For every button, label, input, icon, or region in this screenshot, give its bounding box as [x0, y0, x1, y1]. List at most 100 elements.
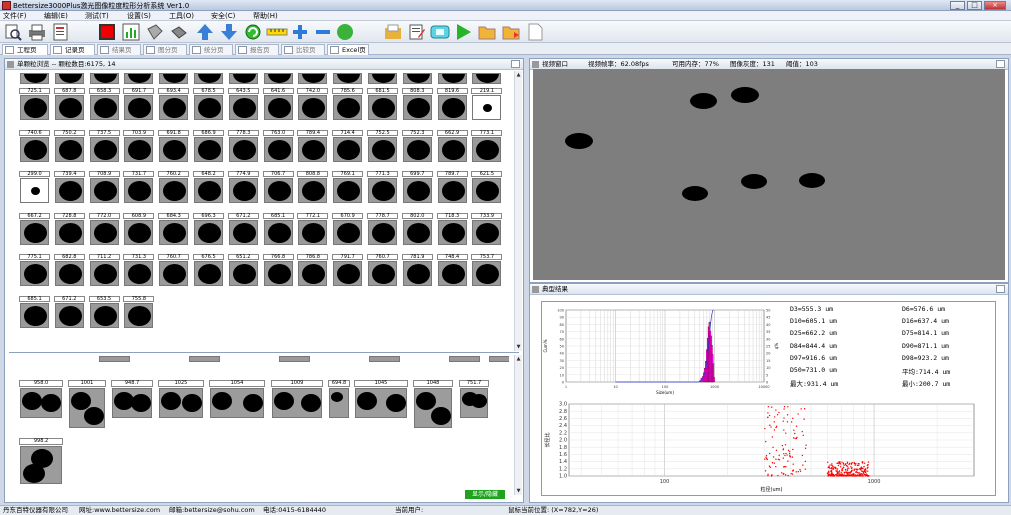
tab-project[interactable]: 工程页: [2, 44, 48, 55]
tab-image-analysis[interactable]: 图分页: [143, 44, 187, 55]
particle-cell[interactable]: 691.7: [123, 88, 155, 121]
printer-icon[interactable]: [28, 23, 46, 41]
particle-cell[interactable]: 771.3: [367, 171, 398, 204]
particle-cell[interactable]: 808.8: [297, 171, 329, 204]
particle-cell[interactable]: 789.7: [436, 171, 468, 204]
arrow-up-icon[interactable]: [196, 23, 214, 41]
particle-cell[interactable]: 691.8: [158, 129, 190, 163]
tab-report[interactable]: 报告页: [235, 44, 279, 55]
particle-cell[interactable]: 608.9: [123, 212, 155, 246]
particle-cell[interactable]: 725.1: [19, 88, 50, 121]
scroll-up-arrow[interactable]: ▲: [515, 71, 522, 79]
particle-cell[interactable]: 750.2: [53, 129, 85, 163]
aggregate-cell[interactable]: 1009: [271, 380, 323, 425]
tab-statistics[interactable]: 统分页: [189, 44, 233, 55]
particle-cell[interactable]: 819.6: [436, 88, 468, 121]
tab-compare[interactable]: 比较页: [281, 44, 325, 55]
particle-cell[interactable]: 693.4: [158, 88, 190, 121]
aggregate-cell[interactable]: 948.7: [111, 380, 153, 425]
particle-cell[interactable]: 731.7: [123, 171, 155, 204]
particle-cell[interactable]: 686.9: [193, 129, 224, 163]
particle-cell[interactable]: 684.3: [158, 212, 190, 246]
particle-cell[interactable]: 760.7: [158, 254, 190, 287]
particle-cell[interactable]: 789.4: [297, 129, 329, 163]
menu-test[interactable]: 测试(T): [85, 12, 109, 20]
menu-file[interactable]: 文件(F): [3, 12, 27, 20]
close-button[interactable]: ×: [984, 1, 1006, 10]
particle-cell[interactable]: 778.7: [367, 212, 398, 246]
particle-cell[interactable]: 676.5: [193, 254, 224, 287]
show-hide-button[interactable]: 显示/隐藏: [465, 490, 505, 499]
particle-cell[interactable]: 681.5: [367, 88, 398, 121]
aggregate-cell[interactable]: 958.0: [19, 380, 63, 425]
particle-cell[interactable]: 658.3: [88, 88, 120, 121]
particle-cell[interactable]: 728.8: [53, 212, 85, 246]
particle-cell[interactable]: 766.8: [262, 254, 294, 287]
particle-cell[interactable]: 643.5: [227, 88, 259, 121]
scroll-down-arrow[interactable]: ▼: [515, 343, 522, 351]
particle-cell[interactable]: 708.9: [88, 171, 120, 204]
minus-icon[interactable]: [314, 23, 332, 41]
particle-cell[interactable]: 778.3: [227, 129, 259, 163]
particle-cell[interactable]: 769.1: [332, 171, 364, 204]
menu-settings[interactable]: 设置(S): [127, 12, 151, 20]
particle-cell[interactable]: 753.7: [471, 254, 503, 287]
ruler-icon[interactable]: [266, 23, 288, 41]
pane-minimize-button[interactable]: [511, 60, 520, 68]
tag-icon-2[interactable]: [170, 23, 188, 41]
particle-cell[interactable]: 667.2: [19, 212, 50, 246]
menu-security[interactable]: 安全(C): [211, 12, 235, 20]
particle-cell[interactable]: 731.3: [123, 254, 155, 287]
particle-cell[interactable]: 760.2: [158, 171, 190, 204]
aggregate-cell[interactable]: 1048: [413, 380, 453, 428]
particle-cell[interactable]: 219.1: [471, 88, 503, 121]
video-window[interactable]: [533, 69, 1005, 280]
particle-cell[interactable]: 671.2: [53, 295, 85, 329]
tag-icon[interactable]: [146, 23, 164, 41]
particle-cell[interactable]: 703.9: [123, 129, 155, 163]
aggregate-cell[interactable]: 1001: [68, 380, 106, 428]
particle-cell[interactable]: 748.4: [436, 254, 468, 287]
record-icon[interactable]: [98, 23, 116, 41]
particle-cell[interactable]: 733.9: [471, 212, 503, 246]
monitor-icon[interactable]: [430, 23, 450, 41]
particle-cell[interactable]: 651.2: [227, 254, 259, 287]
aggregate-cell[interactable]: 1054: [209, 380, 265, 425]
particle-cell[interactable]: 682.8: [53, 254, 85, 287]
scroll-up-arrow[interactable]: ▲: [515, 355, 522, 363]
particle-cell[interactable]: 714.4: [332, 129, 364, 163]
particle-cell[interactable]: 785.6: [332, 88, 364, 121]
particle-cell[interactable]: 775.1: [19, 254, 50, 287]
aggregate-cell[interactable]: 694.8: [328, 380, 350, 425]
document-icon[interactable]: [526, 23, 544, 41]
particle-cell[interactable]: 740.6: [19, 129, 50, 163]
aggregate-grid[interactable]: 958.0 1001 948.7 1025 1054 1009 694.8 1045 1048 7…: [19, 356, 509, 494]
particle-grid[interactable]: 725.1 687.8 658.3 691.7 693.4 678.5 643.5 641.6…: [19, 73, 509, 351]
pane-minimize-button[interactable]: [996, 285, 1005, 293]
particle-cell[interactable]: 685.1: [19, 295, 50, 329]
particle-cell[interactable]: 773.1: [471, 129, 503, 163]
particle-cell[interactable]: 772.0: [88, 212, 120, 246]
particle-cell[interactable]: 621.5: [471, 171, 503, 204]
print-preview-icon[interactable]: [4, 23, 22, 41]
particle-cell[interactable]: 299.0: [19, 171, 50, 204]
play-icon[interactable]: [454, 23, 472, 41]
report-icon[interactable]: [52, 23, 70, 41]
tab-record[interactable]: 记录页: [50, 44, 95, 55]
plus-icon[interactable]: [291, 23, 309, 41]
aggregate-scrollbar[interactable]: ▲ ▼: [514, 355, 522, 495]
folder-icon[interactable]: [384, 23, 402, 41]
particle-cell[interactable]: 760.7: [367, 254, 398, 287]
minimize-button[interactable]: _: [950, 1, 965, 10]
particle-cell[interactable]: 653.5: [88, 295, 120, 329]
scroll-down-arrow[interactable]: ▼: [515, 487, 522, 495]
particle-cell[interactable]: 696.3: [193, 212, 224, 246]
refresh-icon[interactable]: [244, 23, 262, 41]
particle-cell[interactable]: 671.2: [227, 212, 259, 246]
particle-cell[interactable]: 678.5: [193, 88, 224, 121]
save-icon[interactable]: [502, 23, 520, 41]
particle-cell[interactable]: 739.4: [53, 171, 85, 204]
particle-cell[interactable]: 808.3: [401, 88, 433, 121]
tab-excel[interactable]: Excel页: [327, 44, 369, 55]
particle-cell[interactable]: 641.6: [262, 88, 294, 121]
